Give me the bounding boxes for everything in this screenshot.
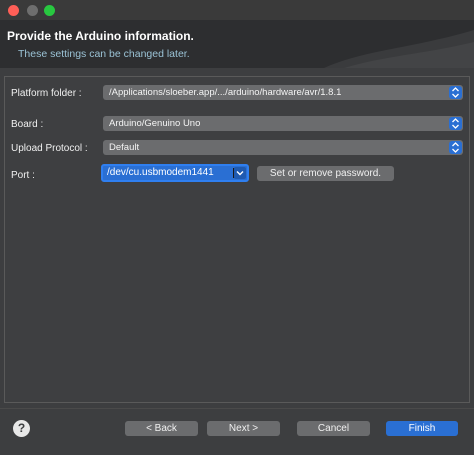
- port-label: Port :: [11, 170, 35, 181]
- port-combobox[interactable]: /dev/cu.usbmodem1441: [101, 164, 249, 182]
- next-button[interactable]: Next >: [207, 421, 280, 436]
- wizard-header: Provide the Arduino information. These s…: [0, 20, 474, 68]
- platform-folder-select[interactable]: /Applications/sloeber.app/.../arduino/ha…: [103, 85, 463, 100]
- settings-panel: Platform folder : /Applications/sloeber.…: [4, 76, 470, 403]
- back-button[interactable]: < Back: [125, 421, 198, 436]
- footer-divider: [0, 408, 474, 409]
- upload-protocol-label: Upload Protocol :: [11, 143, 88, 154]
- updown-arrows-icon: [449, 141, 462, 154]
- board-select[interactable]: Arduino/Genuino Uno: [103, 116, 463, 131]
- set-password-button[interactable]: Set or remove password.: [257, 166, 394, 181]
- banner-graphic: [324, 30, 474, 68]
- platform-folder-label: Platform folder :: [11, 88, 82, 99]
- board-label: Board :: [11, 119, 44, 130]
- finish-button[interactable]: Finish: [386, 421, 458, 436]
- page-subtitle: These settings can be changed later.: [18, 48, 190, 60]
- updown-arrows-icon: [449, 117, 462, 130]
- upload-protocol-select[interactable]: Default: [103, 140, 463, 155]
- close-window-button[interactable]: [8, 5, 19, 16]
- chevron-down-icon[interactable]: [234, 167, 246, 179]
- page-title: Provide the Arduino information.: [7, 29, 194, 43]
- cancel-button[interactable]: Cancel: [297, 421, 370, 436]
- minimize-window-button[interactable]: [27, 5, 38, 16]
- zoom-window-button[interactable]: [44, 5, 55, 16]
- port-value[interactable]: /dev/cu.usbmodem1441: [107, 167, 214, 178]
- title-bar: [0, 0, 474, 20]
- platform-folder-value: /Applications/sloeber.app/.../arduino/ha…: [109, 87, 342, 98]
- help-icon[interactable]: ?: [13, 420, 30, 437]
- dialog-window: Provide the Arduino information. These s…: [0, 0, 474, 455]
- board-value: Arduino/Genuino Uno: [109, 118, 201, 129]
- upload-protocol-value: Default: [109, 142, 140, 153]
- updown-arrows-icon: [449, 86, 462, 99]
